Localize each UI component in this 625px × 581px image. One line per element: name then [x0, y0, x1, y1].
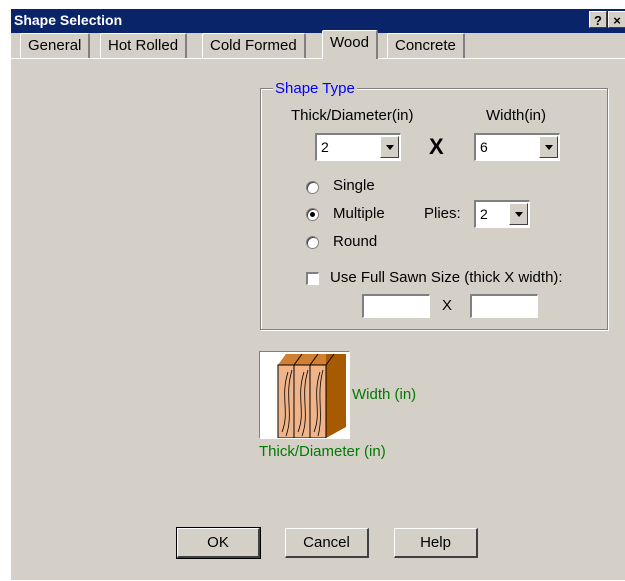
shape-type-legend: Shape Type	[273, 80, 357, 97]
full-sawn-checkbox[interactable]	[306, 272, 319, 285]
plies-label: Plies:	[424, 205, 461, 222]
thick-diameter-label: Thick/Diameter(in)	[291, 107, 414, 124]
full-sawn-thick-input[interactable]	[362, 294, 430, 318]
plies-select[interactable]: 2	[474, 200, 530, 228]
tab-concrete[interactable]: Concrete	[387, 33, 465, 58]
ok-button[interactable]: OK	[176, 527, 261, 559]
help-button[interactable]: Help	[394, 528, 478, 558]
multiple-radio[interactable]	[306, 208, 319, 221]
thick-diameter-select[interactable]: 2	[315, 133, 401, 161]
single-label: Single	[333, 177, 375, 194]
thick-diameter-value: 2	[321, 139, 329, 155]
width-label: Width(in)	[486, 107, 547, 124]
full-sawn-width-input[interactable]	[470, 294, 538, 318]
chevron-down-icon[interactable]	[539, 136, 558, 158]
full-sawn-label: Use Full Sawn Size (thick X width):	[330, 269, 563, 286]
round-label: Round	[333, 233, 378, 250]
tab-general[interactable]: General	[20, 33, 91, 58]
tab-cold-formed[interactable]: Cold Formed	[202, 33, 306, 58]
cancel-button[interactable]: Cancel	[285, 528, 369, 558]
chevron-down-icon[interactable]	[509, 203, 528, 225]
tab-panel-edge	[10, 58, 625, 59]
full-sawn-x-label: X	[442, 297, 453, 314]
diagram-width-label: Width (in)	[352, 386, 417, 403]
help-title-button[interactable]: ?	[589, 11, 607, 28]
round-radio[interactable]	[306, 236, 319, 249]
window-title: Shape Selection	[14, 12, 123, 28]
tab-hot-rolled[interactable]: Hot Rolled	[100, 33, 188, 58]
close-title-button[interactable]: ×	[608, 11, 625, 28]
single-radio[interactable]	[306, 181, 319, 194]
width-select[interactable]: 6	[474, 133, 560, 161]
width-value: 6	[480, 139, 488, 155]
diagram-thick-label: Thick/Diameter (in)	[259, 443, 386, 460]
multiple-label: Multiple	[333, 205, 385, 222]
chevron-down-icon[interactable]	[380, 136, 399, 158]
wood-ply-diagram	[259, 351, 350, 439]
times-symbol: X	[429, 134, 444, 159]
title-bar: Shape Selection ? ×	[11, 9, 625, 33]
wood-ply-icon	[277, 353, 346, 439]
tab-wood[interactable]: Wood	[322, 30, 378, 59]
plies-value: 2	[480, 206, 488, 222]
